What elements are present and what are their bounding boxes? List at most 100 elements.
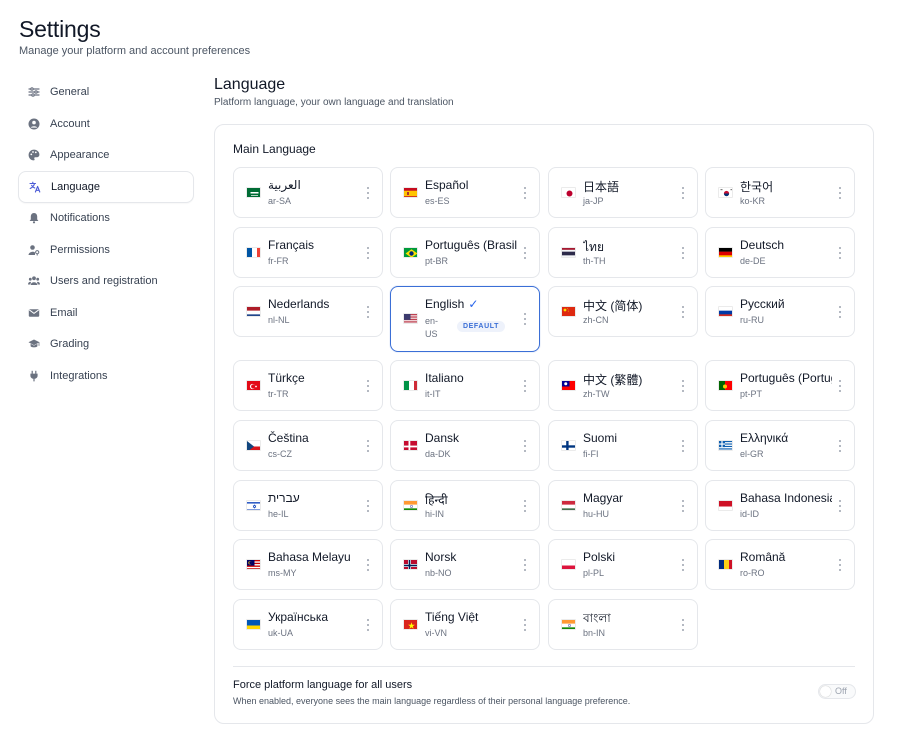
- more-options-icon[interactable]: [522, 499, 528, 513]
- language-option-hi-in[interactable]: हिन्दी hi-IN: [390, 480, 540, 531]
- language-name: Українська: [268, 610, 360, 624]
- flag-il-icon: [246, 500, 261, 511]
- sidebar-item-integrations[interactable]: Integrations: [18, 360, 194, 392]
- language-name-text: 中文 (繁體): [583, 373, 643, 387]
- more-options-icon[interactable]: [365, 558, 371, 572]
- sidebar-item-permissions[interactable]: Permissions: [18, 234, 194, 266]
- more-options-icon[interactable]: [365, 439, 371, 453]
- language-option-he-il[interactable]: עברית he-IL: [233, 480, 383, 531]
- more-options-icon[interactable]: [522, 246, 528, 260]
- language-option-bn-in[interactable]: বাংলা bn-IN: [548, 599, 698, 650]
- language-code: pt-PT: [740, 389, 763, 399]
- language-code: de-DE: [740, 256, 766, 266]
- more-options-icon[interactable]: [837, 305, 843, 319]
- language-option-ro-ro[interactable]: Română ro-RO: [705, 539, 855, 590]
- language-option-ru-ru[interactable]: Русский ru-RU: [705, 286, 855, 337]
- more-options-icon[interactable]: [680, 618, 686, 632]
- more-options-icon[interactable]: [522, 379, 528, 393]
- language-option-fr-fr[interactable]: Français fr-FR: [233, 227, 383, 278]
- language-name-text: Nederlands: [268, 297, 330, 311]
- user-key-icon: [28, 244, 40, 256]
- language-option-tr-tr[interactable]: Türkçe tr-TR: [233, 360, 383, 411]
- more-options-icon[interactable]: [680, 186, 686, 200]
- flag-us-icon: [403, 313, 418, 324]
- language-name-text: Română: [740, 550, 786, 564]
- language-name: Čeština: [268, 431, 360, 445]
- more-options-icon[interactable]: [837, 439, 843, 453]
- language-code: it-IT: [425, 389, 441, 399]
- sidebar-item-language[interactable]: Language: [18, 170, 194, 203]
- language-option-cs-cz[interactable]: Čeština cs-CZ: [233, 420, 383, 471]
- more-options-icon[interactable]: [680, 558, 686, 572]
- more-options-icon[interactable]: [837, 186, 843, 200]
- sidebar-item-appearance[interactable]: Appearance: [18, 139, 194, 171]
- more-options-icon[interactable]: [680, 499, 686, 513]
- force-language-description: When enabled, everyone sees the main lan…: [233, 696, 631, 706]
- language-option-pl-pl[interactable]: Polski pl-PL: [548, 539, 698, 590]
- language-option-nl-nl[interactable]: Nederlands nl-NL: [233, 286, 383, 337]
- flag-my-icon: [246, 559, 261, 570]
- more-options-icon[interactable]: [522, 439, 528, 453]
- flag-id-icon: [718, 500, 733, 511]
- more-options-icon[interactable]: [522, 558, 528, 572]
- more-options-icon[interactable]: [680, 246, 686, 260]
- language-option-es-es[interactable]: Español es-ES: [390, 167, 540, 218]
- more-options-icon[interactable]: [837, 246, 843, 260]
- language-option-th-th[interactable]: ไทย th-TH: [548, 227, 698, 278]
- sidebar-item-general[interactable]: General: [18, 76, 194, 108]
- language-option-ja-jp[interactable]: 日本語 ja-JP: [548, 167, 698, 218]
- more-options-icon[interactable]: [680, 439, 686, 453]
- language-option-it-it[interactable]: Italiano it-IT: [390, 360, 540, 411]
- more-options-icon[interactable]: [365, 246, 371, 260]
- more-options-icon[interactable]: [365, 618, 371, 632]
- sidebar-item-notifications[interactable]: Notifications: [18, 202, 194, 234]
- more-options-icon[interactable]: [837, 499, 843, 513]
- language-name: Português (Portugal): [740, 371, 832, 385]
- more-options-icon[interactable]: [680, 379, 686, 393]
- divider: [233, 666, 855, 667]
- more-options-icon[interactable]: [365, 379, 371, 393]
- default-badge: DEFAULT: [457, 321, 505, 332]
- section-subtitle: Platform language, your own language and…: [214, 97, 454, 108]
- language-option-ms-my[interactable]: Bahasa Melayu ms-MY: [233, 539, 383, 590]
- palette-icon: [28, 149, 40, 161]
- sidebar-item-label: Email: [50, 306, 78, 319]
- users-icon: [28, 275, 40, 287]
- more-options-icon[interactable]: [522, 618, 528, 632]
- more-options-icon[interactable]: [522, 186, 528, 200]
- more-options-icon[interactable]: [365, 305, 371, 319]
- language-name: Bahasa Indonesia: [740, 491, 832, 505]
- language-option-id-id[interactable]: Bahasa Indonesia id-ID: [705, 480, 855, 531]
- sidebar-item-email[interactable]: Email: [18, 297, 194, 329]
- language-option-en-us[interactable]: English ✓ en-US DEFAULT: [390, 286, 540, 352]
- language-option-pt-br[interactable]: Português (Brasil) pt-BR: [390, 227, 540, 278]
- more-options-icon[interactable]: [680, 305, 686, 319]
- language-option-ko-kr[interactable]: 한국어 ko-KR: [705, 167, 855, 218]
- language-option-zh-tw[interactable]: 中文 (繁體) zh-TW: [548, 360, 698, 411]
- language-option-hu-hu[interactable]: Magyar hu-HU: [548, 480, 698, 531]
- language-option-fi-fi[interactable]: Suomi fi-FI: [548, 420, 698, 471]
- language-name-text: Français: [268, 238, 315, 252]
- sidebar-item-account[interactable]: Account: [18, 108, 194, 140]
- language-name: 한국어: [740, 178, 832, 195]
- language-option-da-dk[interactable]: Dansk da-DK: [390, 420, 540, 471]
- language-option-ar-sa[interactable]: العربية ar-SA: [233, 167, 383, 218]
- language-name-text: Português (Brasil): [425, 238, 517, 252]
- language-name: 日本語: [583, 178, 675, 195]
- force-language-toggle[interactable]: Off: [818, 684, 856, 699]
- language-option-uk-ua[interactable]: Українська uk-UA: [233, 599, 383, 650]
- sidebar-item-grading[interactable]: Grading: [18, 328, 194, 360]
- language-option-pt-pt[interactable]: Português (Portugal) pt-PT: [705, 360, 855, 411]
- more-options-icon[interactable]: [365, 499, 371, 513]
- more-options-icon[interactable]: [837, 558, 843, 572]
- more-options-icon[interactable]: [837, 379, 843, 393]
- language-option-el-gr[interactable]: Ελληνικά el-GR: [705, 420, 855, 471]
- language-option-nb-no[interactable]: Norsk nb-NO: [390, 539, 540, 590]
- language-name-text: Bahasa Indonesia: [740, 491, 832, 505]
- language-option-vi-vn[interactable]: Tiếng Việt vi-VN: [390, 599, 540, 650]
- language-option-de-de[interactable]: Deutsch de-DE: [705, 227, 855, 278]
- sidebar-item-users-and-registration[interactable]: Users and registration: [18, 265, 194, 297]
- more-options-icon[interactable]: [365, 186, 371, 200]
- more-options-icon[interactable]: [522, 312, 528, 326]
- language-option-zh-cn[interactable]: 中文 (简体) zh-CN: [548, 286, 698, 337]
